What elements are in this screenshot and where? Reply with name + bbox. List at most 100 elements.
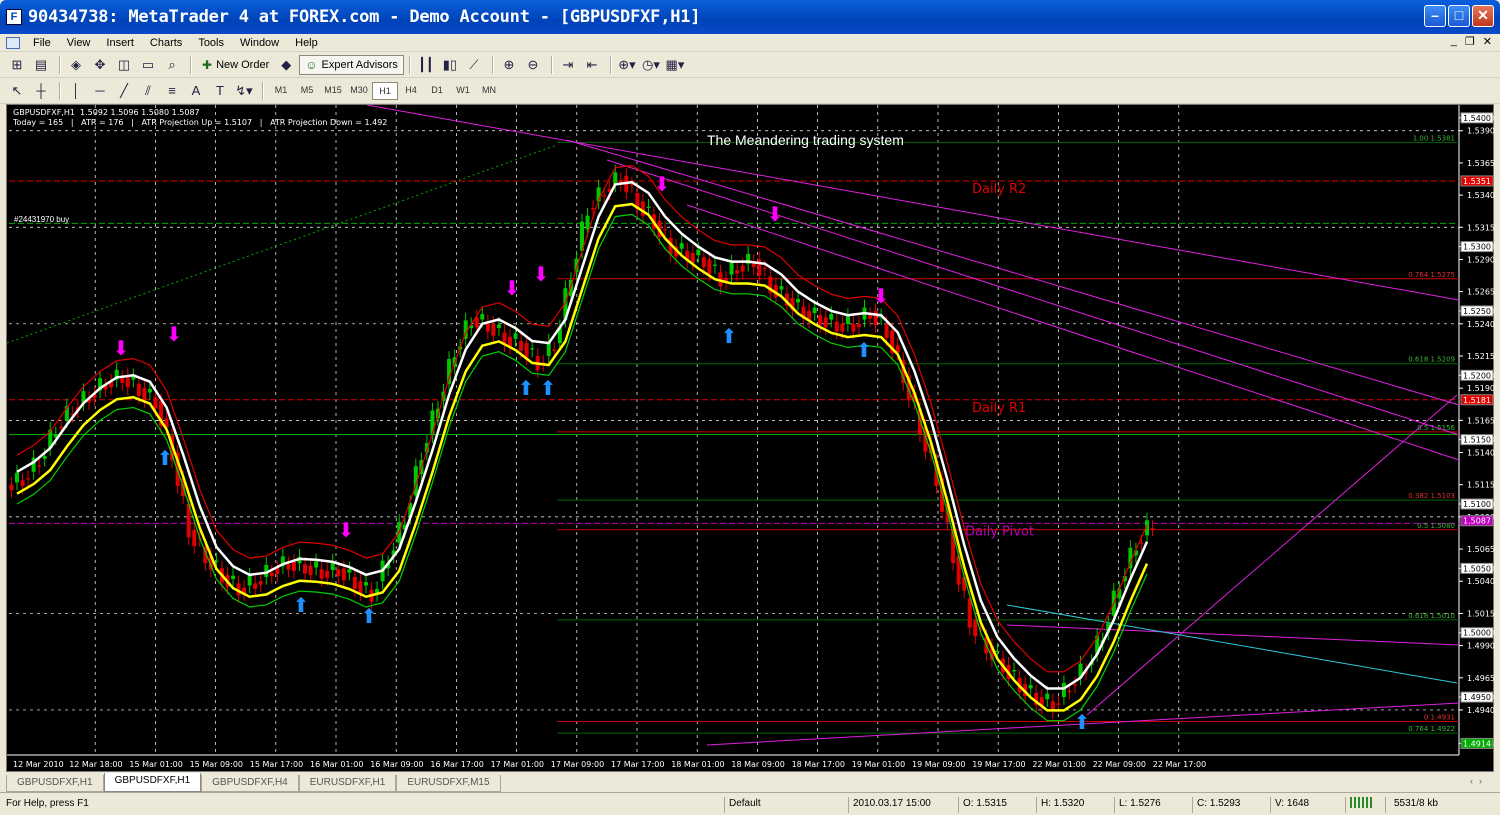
terminal-icon[interactable]: ▭ [137, 55, 159, 75]
candle-body [20, 480, 25, 486]
candle-body [9, 484, 14, 491]
market-watch-icon[interactable]: ◈ [65, 55, 87, 75]
new-order-button[interactable]: ✚ New Order [196, 55, 275, 75]
crosshair-icon[interactable]: ┼ [30, 81, 52, 101]
maximize-button[interactable]: □ [1448, 5, 1470, 27]
vertical-line-icon[interactable]: │ [65, 81, 87, 101]
chart-tab[interactable]: EURUSDFXF,H1 [298, 775, 397, 792]
menu-charts[interactable]: Charts [142, 37, 190, 49]
tf-w1[interactable]: W1 [450, 82, 476, 100]
price-label: 1.5351 [1463, 177, 1491, 186]
y-tick-label: 1.5240 [1467, 320, 1495, 329]
cursor-icon[interactable]: ↖ [6, 81, 28, 101]
child-restore-icon[interactable]: ❐ [1465, 35, 1475, 48]
candle-body [147, 389, 152, 393]
chart-heading: The Meandering trading system [707, 132, 904, 148]
data-window-icon[interactable]: ◫ [113, 55, 135, 75]
candle-body [258, 581, 263, 585]
zoom-out-icon[interactable]: ⊖ [522, 55, 544, 75]
navigator-icon[interactable]: ✥ [89, 55, 111, 75]
chart-tab[interactable]: EURUSDFXF,M15 [396, 775, 501, 792]
menu-file[interactable]: File [25, 37, 59, 49]
profiles-icon[interactable]: ▤ [30, 55, 52, 75]
text-label-icon[interactable]: T [209, 81, 231, 101]
status-high: H: 1.5320 [1036, 797, 1114, 813]
y-tick-label: 1.5065 [1467, 545, 1495, 554]
horizontal-line-icon[interactable]: ─ [89, 81, 111, 101]
arrows-icon[interactable]: ↯▾ [233, 81, 255, 101]
chart-shift-icon[interactable]: ⇤ [581, 55, 603, 75]
x-tick-label: 19 Mar 01:00 [852, 760, 905, 769]
candle-body [352, 576, 357, 589]
chart-window-icon[interactable] [6, 36, 20, 49]
bar-chart-icon[interactable]: ┃┃ [415, 55, 437, 75]
expert-advisors-icon: ☺ [305, 57, 318, 72]
text-icon[interactable]: A [185, 81, 207, 101]
candle-body [192, 529, 197, 547]
child-minimize-icon[interactable]: _ [1451, 35, 1457, 48]
tf-m30[interactable]: M30 [346, 82, 372, 100]
candle-body [967, 598, 972, 628]
menu-window[interactable]: Window [232, 37, 287, 49]
metaeditor-icon[interactable]: ◆ [275, 55, 297, 75]
menu-tools[interactable]: Tools [190, 37, 232, 49]
menu-view[interactable]: View [59, 37, 99, 49]
new-chart-icon[interactable]: ⊞ [6, 55, 28, 75]
candle-body [845, 316, 850, 324]
fibo-label: 0.764 1.5275 [1408, 271, 1455, 279]
chart-tab[interactable]: GBPUSDFXF,H1 [6, 775, 104, 792]
candle-body [15, 472, 19, 483]
indicators-icon[interactable]: ⊕▾ [616, 55, 638, 75]
standard-toolbar: ⊞ ▤ ◈ ✥ ◫ ▭ ⌕ ✚ New Order ◆ ☺ Expert Advis… [0, 52, 1500, 78]
minimize-button[interactable]: – [1424, 5, 1446, 27]
price-label: 1.5300 [1463, 243, 1491, 252]
buy-signal-arrow: ⬆ [721, 324, 738, 348]
chart-canvas[interactable]: 12 Mar 2010 12 Mar 18:00 15 Mar 01:00 15 Ma… [7, 105, 1495, 773]
sell-signal-arrow: ⬇ [338, 518, 355, 542]
candle-body [1072, 684, 1077, 686]
strategy-tester-icon[interactable]: ⌕ [161, 55, 183, 75]
x-tick-label: 19 Mar 09:00 [912, 760, 965, 769]
zoom-in-icon[interactable]: ⊕ [498, 55, 520, 75]
price-chart[interactable]: 12 Mar 2010 12 Mar 18:00 15 Mar 01:00 15 Ma… [6, 104, 1495, 773]
close-button[interactable]: ✕ [1472, 5, 1494, 27]
status-help: For Help, press F1 [6, 798, 89, 809]
candle-body [1045, 693, 1050, 700]
candle-body [834, 321, 839, 332]
sell-signal-arrow: ⬇ [113, 336, 130, 360]
candle-body [1028, 685, 1033, 689]
periods-icon[interactable]: ◷▾ [640, 55, 662, 75]
auto-scroll-icon[interactable]: ⇥ [557, 55, 579, 75]
candle-body [530, 348, 535, 350]
chart-tab-active[interactable]: GBPUSDFXF,H1 [103, 773, 202, 792]
tf-h4[interactable]: H4 [398, 82, 424, 100]
tab-scroll-arrows[interactable]: ‹› [1470, 776, 1488, 786]
menu-insert[interactable]: Insert [98, 37, 142, 49]
tf-mn[interactable]: MN [476, 82, 502, 100]
y-tick-label: 1.5340 [1467, 191, 1495, 200]
templates-icon[interactable]: ▦▾ [664, 55, 686, 75]
trendline-icon[interactable]: ╱ [113, 81, 135, 101]
child-close-icon[interactable]: ✕ [1483, 35, 1492, 48]
expert-advisors-button[interactable]: ☺ Expert Advisors [299, 54, 404, 75]
channel-icon[interactable]: ⫽ [137, 81, 159, 101]
status-close: C: 1.5293 [1192, 797, 1270, 813]
tf-h1[interactable]: H1 [372, 81, 398, 100]
candle-body [214, 560, 219, 562]
tf-m15[interactable]: M15 [320, 82, 346, 100]
chart-tab[interactable]: GBPUSDFXF,H4 [201, 775, 299, 792]
line-chart-icon[interactable]: ⟋ [463, 55, 485, 75]
tf-m1[interactable]: M1 [268, 82, 294, 100]
candle-body [37, 465, 42, 467]
status-bar: For Help, press F1 Default 2010.03.17 15… [0, 792, 1500, 815]
price-label: 1.5100 [1463, 500, 1491, 509]
fibonacci-icon[interactable]: ≡ [161, 81, 183, 101]
tf-m5[interactable]: M5 [294, 82, 320, 100]
x-tick-label: 18 Mar 17:00 [792, 760, 845, 769]
tf-d1[interactable]: D1 [424, 82, 450, 100]
order-label: #24431970 buy [14, 215, 70, 224]
candle-body [491, 323, 496, 336]
menu-help[interactable]: Help [287, 37, 326, 49]
sell-signal-arrow: ⬇ [166, 322, 183, 346]
candlesticks-icon[interactable]: ▮▯ [439, 55, 461, 75]
